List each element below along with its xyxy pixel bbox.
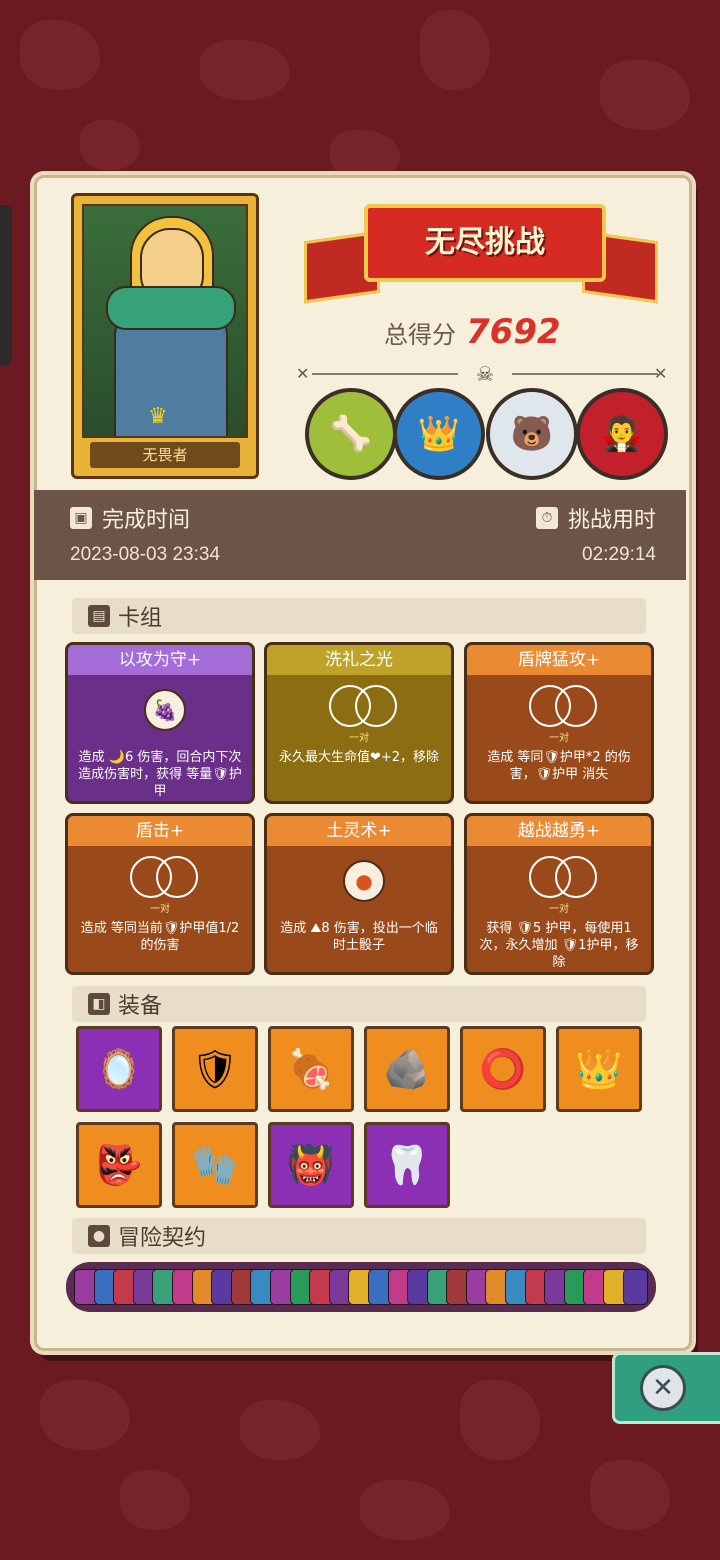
card-title: 土灵术+	[267, 816, 451, 846]
sword-icon: ✕	[296, 364, 310, 383]
card-sub: 一对	[150, 904, 170, 915]
card-5[interactable]: 土灵术+ ● 造成 ⛰8 伤害，投出一个临时土骰子	[264, 813, 454, 975]
divider-left	[312, 373, 458, 375]
mirror-icon[interactable]: 🪞	[76, 1026, 162, 1112]
score-value: 7692	[466, 312, 561, 352]
crown-icon[interactable]: 👑	[556, 1026, 642, 1112]
banner-title: 无尽挑战	[364, 204, 606, 282]
card-3[interactable]: 盾牌猛攻+ 一对 造成 等同🛡护甲*2 的伤害，🛡护甲 消失	[464, 642, 654, 804]
time-band: ▣ 完成时间 2023-08-03 23:34 ⏱ 挑战用时 02:29:14	[34, 490, 686, 580]
contract-label: 冒险契约	[118, 1226, 207, 1251]
earth-orb-icon: ●	[343, 860, 385, 902]
card-title: 以攻为守+	[68, 645, 252, 675]
card-title: 洗礼之光	[267, 645, 451, 675]
divider-right	[512, 373, 658, 375]
pair-icon	[130, 856, 198, 898]
deck-label: 卡组	[118, 606, 163, 631]
card-sub: 一对	[549, 733, 569, 744]
card-4[interactable]: 盾击+ 一对 造成 等同当前🛡护甲值1/2的伤害	[65, 813, 255, 975]
claw-glove-icon[interactable]: 🧤	[172, 1122, 258, 1208]
duration-value: 02:29:14	[582, 544, 656, 565]
boss-vampire[interactable]: 🧛	[576, 388, 668, 480]
meat-icon[interactable]: 🍖	[268, 1026, 354, 1112]
title-banner: 无尽挑战	[304, 196, 658, 304]
card-sub: 一对	[349, 733, 369, 744]
demon-badge-icon[interactable]: 👹	[268, 1122, 354, 1208]
card-desc: 造成 等同当前🛡护甲值1/2的伤害	[80, 921, 240, 953]
boss-skeleton-dino[interactable]: 🦴	[305, 388, 397, 480]
grape-icon: 🍇	[144, 689, 186, 731]
card-desc: 造成 ⛰8 伤害，投出一个临时土骰子	[280, 921, 438, 953]
stopwatch-icon: ⏱	[535, 507, 558, 529]
finish-time-value: 2023-08-03 23:34	[70, 544, 221, 565]
boss-white-yeti[interactable]: 🐻	[486, 388, 578, 480]
skull-icon: ☠	[476, 362, 494, 386]
box-icon: ◧	[88, 993, 110, 1015]
contract-strip[interactable]	[66, 1262, 656, 1312]
score-label: 总得分	[384, 320, 456, 349]
card-1[interactable]: 以攻为守+ 🍇 造成 🌙6 伤害，回合内下次造成伤害时，获得 等量🛡护甲	[65, 642, 255, 804]
hero-card: ♛ 无畏者	[71, 193, 259, 479]
sword-icon: ✕	[654, 364, 668, 383]
film-icon: ▣	[70, 507, 92, 529]
shield-gem-icon[interactable]: 🛡	[172, 1026, 258, 1112]
pair-icon	[329, 685, 397, 727]
close-icon[interactable]: ✕	[640, 1365, 686, 1411]
person-icon: ●	[88, 1225, 110, 1247]
hero-portrait	[82, 204, 248, 438]
card-2[interactable]: 洗礼之光 一对 永久最大生命值❤+2，移除	[264, 642, 454, 804]
contract-header: ● 冒险契约	[72, 1218, 646, 1254]
equipment-label: 装备	[118, 994, 163, 1019]
contract-chip	[622, 1269, 649, 1305]
tribal-mask-icon[interactable]: 👺	[76, 1122, 162, 1208]
boss-blue-queen[interactable]: 👑	[393, 388, 485, 480]
duration-label: 挑战用时	[567, 508, 656, 533]
card-title: 盾击+	[68, 816, 252, 846]
crown-icon: ♛	[148, 404, 168, 429]
card-6[interactable]: 越战越勇+ 一对 获得 🛡5 护甲，每使用1次，永久增加 🛡1护甲，移除	[464, 813, 654, 975]
card-desc: 造成 等同🛡护甲*2 的伤害，🛡护甲 消失	[487, 750, 631, 782]
card-sub: 一对	[549, 904, 569, 915]
pair-icon	[529, 685, 597, 727]
moss-stone-icon[interactable]: 🪨	[364, 1026, 450, 1112]
hero-name: 无畏者	[90, 442, 240, 468]
equipment-header: ◧ 装备	[72, 986, 646, 1022]
card-desc: 获得 🛡5 护甲，每使用1次，永久增加 🛡1护甲，移除	[479, 921, 639, 970]
card-title: 越战越勇+	[467, 816, 651, 846]
side-strip	[0, 205, 12, 365]
pair-icon	[529, 856, 597, 898]
card-desc: 永久最大生命值❤+2，移除	[278, 750, 440, 765]
ring-icon[interactable]: ⭕	[460, 1026, 546, 1112]
card-desc: 造成 🌙6 伤害，回合内下次造成伤害时，获得 等量🛡护甲	[78, 750, 242, 799]
deck-header: ▤ 卡组	[72, 598, 646, 634]
finish-time-label: 完成时间	[102, 508, 191, 533]
score-row: 总得分 7692	[384, 312, 561, 352]
card-title: 盾牌猛攻+	[467, 645, 651, 675]
cards-icon: ▤	[88, 605, 110, 627]
fangs-icon[interactable]: 🦷	[364, 1122, 450, 1208]
